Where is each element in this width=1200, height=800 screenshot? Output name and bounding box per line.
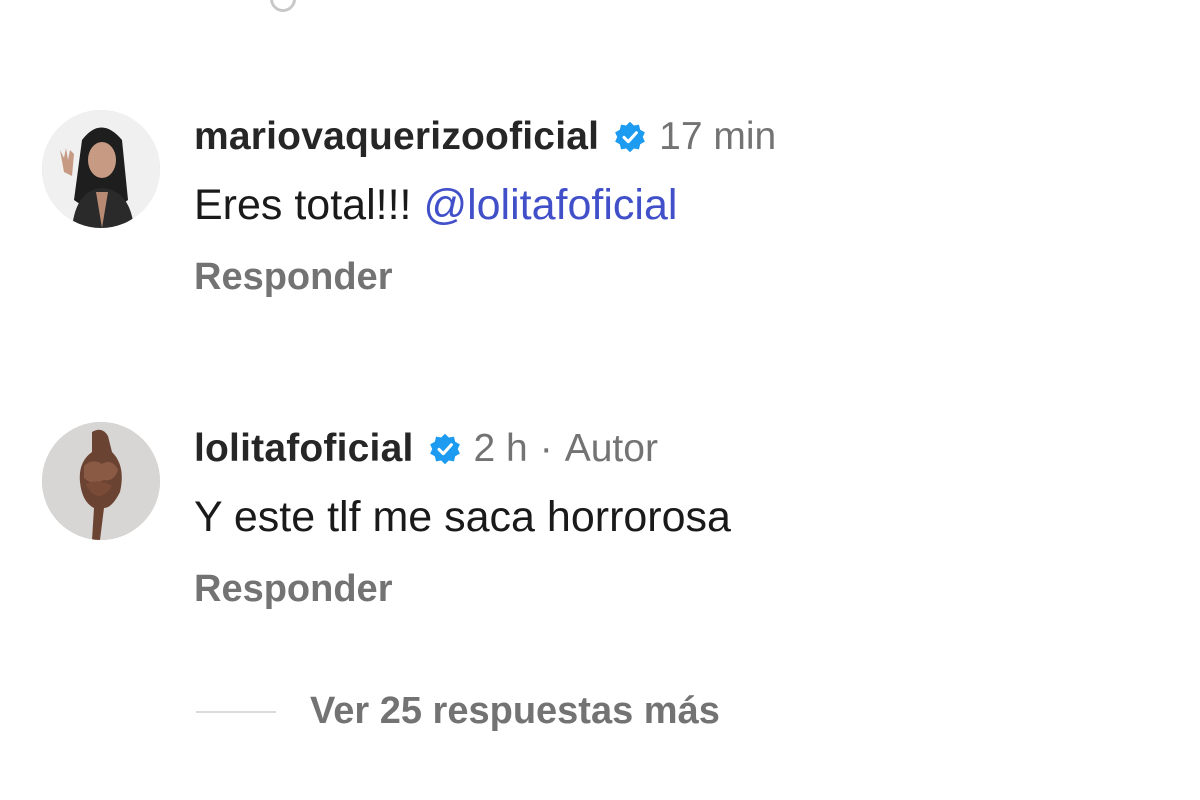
username[interactable]: mariovaquerizooficial xyxy=(194,115,599,159)
comment-text: Y este tlf me saca horrorosa xyxy=(194,493,731,541)
mention-link[interactable]: @lolitafoficial xyxy=(423,181,677,229)
avatar[interactable] xyxy=(42,110,160,228)
comment-text-content: Eres total!!! xyxy=(194,181,424,229)
verified-badge-icon xyxy=(428,432,462,466)
reply-button[interactable]: Responder xyxy=(194,568,392,611)
comment-header: lolitafoficial 2 h · Autor xyxy=(194,422,1134,476)
comment-body: mariovaquerizooficial 17 min Eres total!… xyxy=(194,110,1134,299)
author-tag: Autor xyxy=(564,427,658,470)
comment-timestamp: 2 h xyxy=(473,427,528,470)
comment-text: Eres total!!! @lolitafoficial xyxy=(194,178,1134,232)
comment-timestamp: 17 min xyxy=(659,115,777,158)
meta-separator: · xyxy=(539,427,553,470)
avatar[interactable] xyxy=(42,422,160,540)
reply-button[interactable]: Responder xyxy=(194,256,392,299)
comment-header: mariovaquerizooficial 17 min xyxy=(194,110,1134,164)
username[interactable]: lolitafoficial xyxy=(194,427,414,471)
comment-body: lolitafoficial 2 h · Autor Y este tlf me… xyxy=(194,422,1134,611)
view-more-replies-button[interactable]: Ver 25 respuestas más xyxy=(196,690,720,733)
scroll-fragment-icon xyxy=(264,0,302,18)
verified-badge-icon xyxy=(613,120,647,154)
thread-divider xyxy=(196,710,276,713)
view-more-replies-label: Ver 25 respuestas más xyxy=(310,690,720,732)
